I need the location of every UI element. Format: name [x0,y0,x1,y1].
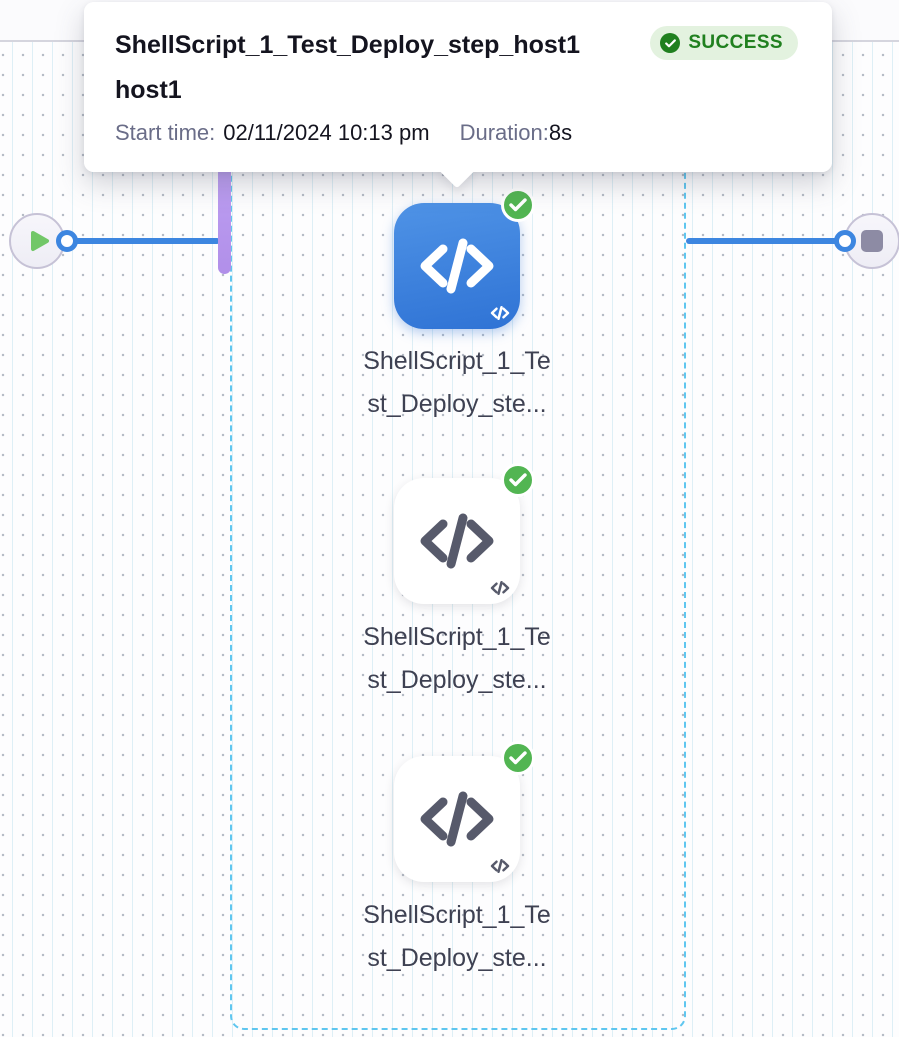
check-circle-icon [501,741,535,775]
check-circle-icon [660,33,680,53]
start-time-label: Start time: [115,120,215,146]
shell-script-mini-icon [489,305,511,321]
edge-group-to-end [686,238,838,244]
shell-script-mini-icon [489,580,511,596]
status-badge: SUCCESS [650,26,798,60]
status-badge-label: SUCCESS [688,32,783,54]
start-time-value: 02/11/2024 10:13 pm [223,120,429,146]
shell-script-mini-icon [489,858,511,874]
step-details-tooltip: ShellScript_1_Test_Deploy_step_host1 hos… [84,2,832,172]
step-node-shellscript-2[interactable] [394,478,520,604]
step-label: ShellScript_1_Te st_Deploy_ste... [297,894,617,980]
start-connector-port[interactable] [56,230,78,252]
step-node-shellscript-3[interactable] [394,756,520,882]
code-icon [418,234,496,298]
stop-icon [861,230,883,252]
code-icon [418,509,496,573]
code-icon [418,787,496,851]
duration-label: Duration: [460,120,549,146]
tooltip-body: ShellScript_1_Test_Deploy_step_host1 hos… [84,2,832,172]
end-connector-port[interactable] [834,230,856,252]
duration-value: 8s [549,120,572,146]
step-node-shellscript-1[interactable] [394,203,520,329]
barrier-bar[interactable] [218,166,231,274]
tooltip-step-title: ShellScript_1_Test_Deploy_step_host1 hos… [115,23,655,113]
edge-start-to-group [66,238,220,244]
check-circle-icon [501,463,535,497]
check-circle-icon [501,188,535,222]
play-icon [29,229,51,253]
tooltip-meta-row: Start time: 02/11/2024 10:13 pm Duration… [115,120,572,146]
step-label: ShellScript_1_Te st_Deploy_ste... [297,616,617,702]
step-label: ShellScript_1_Te st_Deploy_ste... [297,340,617,426]
